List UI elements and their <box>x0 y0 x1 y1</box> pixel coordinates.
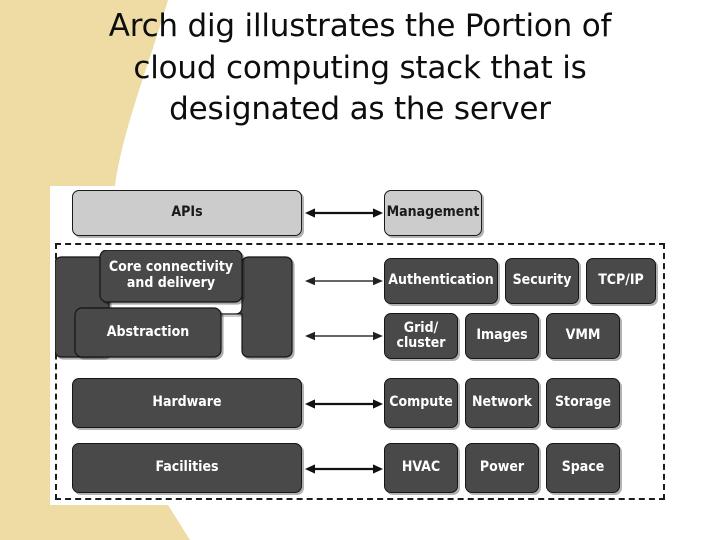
page-title: Arch dig illustrates the Portion of clou… <box>30 6 690 131</box>
box-abstraction-label: Abstraction <box>106 324 190 340</box>
page-title-line-3: designated as the server <box>169 91 551 128</box>
core-connectivity-line-2: and delivery <box>126 275 216 292</box>
facilities-hvac-arrow <box>305 460 383 478</box>
box-core-connectivity-label: Core connectivity and delivery <box>100 259 242 291</box>
box-management-label: Management <box>386 204 480 221</box>
box-apis[interactable]: APIs <box>72 190 302 236</box>
box-management[interactable]: Management <box>384 190 482 236</box>
page-title-line-1: Arch dig illustrates the Portion of <box>108 8 612 44</box>
apis-management-arrow <box>305 204 383 222</box>
hardware-compute-arrow <box>305 395 383 413</box>
cloud-stack-diagram: APIs Management Core connectivity and de… <box>50 186 670 505</box>
interlocking-layer-group: Core connectivity and delivery Abstracti… <box>55 250 655 364</box>
core-connectivity-line-1: Core connectivity <box>108 259 234 275</box>
core-authentication-arrow <box>305 273 383 289</box>
box-apis-label: APIs <box>171 204 203 221</box>
page-title-line-2: cloud computing stack that is <box>133 49 587 86</box>
abstraction-grid-arrow <box>305 328 383 344</box>
